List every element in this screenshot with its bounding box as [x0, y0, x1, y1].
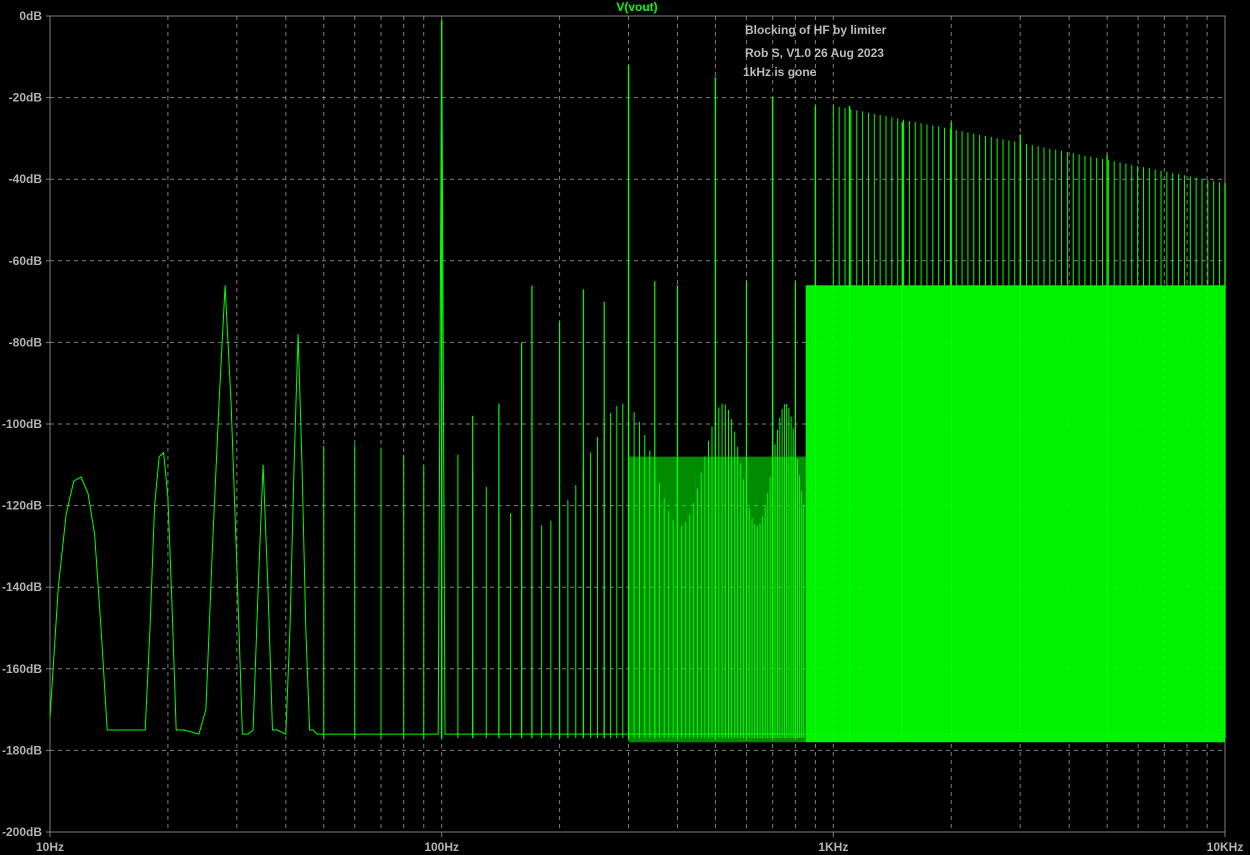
annotation-line-3: 1kHz is gone: [743, 65, 817, 79]
y-tick-label: -120dB: [2, 499, 42, 513]
y-tick-label: 0dB: [19, 9, 42, 23]
y-tick-label: -180dB: [2, 743, 42, 757]
y-tick-label: -140dB: [2, 580, 42, 594]
y-tick-label: -20dB: [9, 91, 43, 105]
chart-title: V(vout): [616, 0, 657, 14]
y-tick-label: -160dB: [2, 662, 42, 676]
annotation-line-2: Rob S, V1.0 26 Aug 2023: [745, 46, 884, 60]
x-tick-label: 100Hz: [424, 840, 459, 854]
dense-noise-region: [805, 285, 1225, 743]
y-tick-label: -60dB: [9, 254, 43, 268]
y-tick-label: -40dB: [9, 172, 43, 186]
spectrum-plot: 0dB -20dB -40dB -60dB -80dB -100dB -120dB -140d…: [0, 0, 1250, 855]
y-tick-label: -100dB: [2, 417, 42, 431]
x-tick-label: 10Hz: [36, 840, 64, 854]
y-tick-label: -200dB: [2, 825, 42, 839]
x-tick-label: 10KHz: [1207, 840, 1244, 854]
y-tick-label: -80dB: [9, 335, 43, 349]
annotation-line-1: Blocking of HF by limiter: [745, 23, 887, 37]
x-tick-label: 1KHz: [818, 840, 848, 854]
